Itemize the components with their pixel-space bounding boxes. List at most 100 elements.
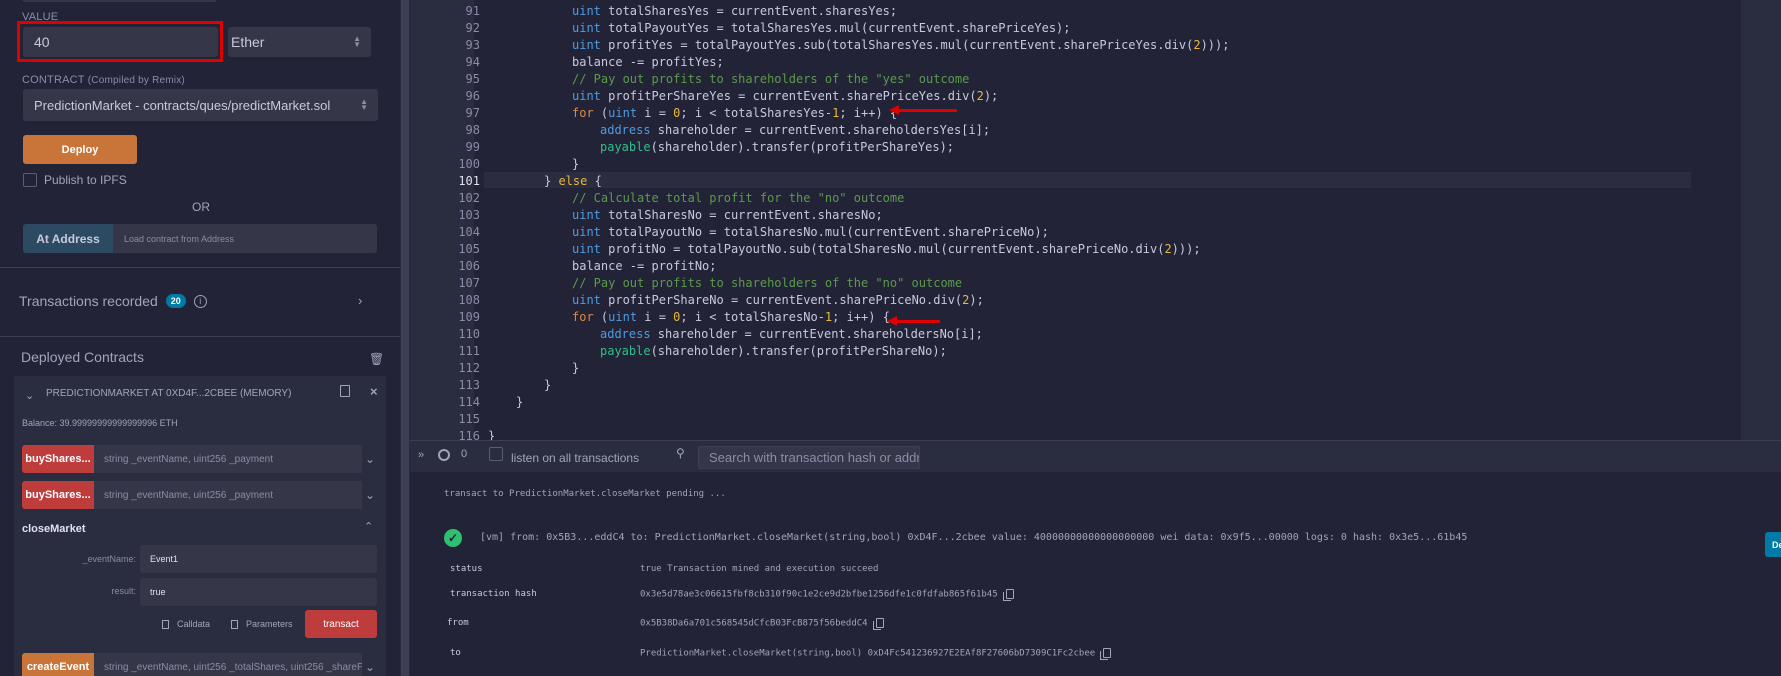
contract-label-text: CONTRACT xyxy=(22,74,85,86)
left-panel-scrollbar[interactable] xyxy=(400,0,410,676)
chevron-down-icon[interactable]: ⌄ xyxy=(362,653,378,676)
code-line[interactable]: } xyxy=(572,157,579,171)
result-label: result: xyxy=(111,586,136,596)
code-line[interactable]: for (uint i = 0; i < totalSharesNo-1; i+… xyxy=(572,310,890,324)
unit-select[interactable]: Ether ▲ ▼ xyxy=(228,27,371,57)
function-row-createevent: createEvent string _eventName, uint256 _… xyxy=(22,653,378,676)
code-line[interactable]: // Calculate total profit for the "no" o… xyxy=(572,191,904,205)
transaction-search-input[interactable]: Search with transaction hash or address xyxy=(698,446,920,469)
contract-select[interactable]: PredictionMarket - contracts/ques/predic… xyxy=(23,89,378,121)
code-line[interactable]: // Pay out profits to shareholders of th… xyxy=(572,72,969,86)
trash-icon[interactable]: 🗑 xyxy=(369,352,384,366)
divider xyxy=(0,267,400,268)
chevron-down-icon[interactable]: ⌄ xyxy=(362,445,378,473)
chevron-down-icon[interactable]: ⌄ xyxy=(362,481,378,509)
close-instance-icon[interactable]: × xyxy=(370,384,378,399)
publish-ipfs-checkbox[interactable] xyxy=(23,173,37,187)
code-line[interactable]: uint profitPerShareYes = currentEvent.sh… xyxy=(572,89,998,103)
result-input[interactable]: true xyxy=(140,578,377,606)
copy-icon[interactable] xyxy=(872,618,884,630)
tx-detail-key: to xyxy=(450,648,461,658)
contract-label: CONTRACT (Compiled by Remix) xyxy=(22,74,185,86)
tx-detail-value: 0x5B38Da6a701c568545dCfcB03FcB875f56bedd… xyxy=(640,618,884,630)
code-line[interactable]: address shareholder = currentEvent.share… xyxy=(600,327,983,341)
info-icon[interactable]: i xyxy=(193,294,207,308)
code-line[interactable]: balance -= profitYes; xyxy=(572,55,724,69)
transactions-count-badge: 20 xyxy=(165,294,186,308)
tx-detail-key: from xyxy=(447,618,469,628)
buyshares-input[interactable]: string _eventName, uint256 _payment xyxy=(94,445,362,473)
line-number: 92 xyxy=(465,21,480,35)
copy-address-icon[interactable] xyxy=(340,385,350,397)
event-name-input[interactable]: Event1 xyxy=(140,545,377,573)
line-number: 105 xyxy=(458,242,480,256)
at-address-button[interactable]: At Address xyxy=(23,224,113,253)
copy-icon[interactable] xyxy=(1002,589,1014,601)
code-line[interactable]: uint totalSharesYes = currentEvent.share… xyxy=(572,4,897,18)
clear-console-icon[interactable] xyxy=(438,449,450,461)
code-line[interactable]: uint totalSharesNo = currentEvent.shares… xyxy=(572,208,883,222)
chevron-right-icon[interactable]: › xyxy=(358,293,362,308)
transactions-recorded-row[interactable]: Transactions recorded 20 i xyxy=(19,293,207,309)
code-line[interactable]: balance -= profitNo; xyxy=(572,259,717,273)
code-line[interactable]: } xyxy=(544,378,551,392)
debug-button[interactable]: Debug xyxy=(1765,532,1781,557)
chevron-down-icon[interactable]: ⌄ xyxy=(25,389,34,402)
buyshares-button[interactable]: buyShares... xyxy=(22,445,94,473)
publish-ipfs-label: Publish to IPFS xyxy=(44,173,127,187)
buyshares-input[interactable]: string _eventName, uint256 _payment xyxy=(94,481,362,509)
code-line[interactable]: } xyxy=(488,429,495,440)
code-line[interactable]: // Pay out profits to shareholders of th… xyxy=(572,276,962,290)
scrollbar-thumb[interactable] xyxy=(401,0,409,676)
at-address-input[interactable]: Load contract from Address xyxy=(113,224,377,253)
line-number: 99 xyxy=(465,140,480,154)
tx-detail-value: 0x3e5d78ae3c06615fbf8cb310f90c1e2ce9d2bf… xyxy=(640,589,1014,601)
unit-select-value: Ether xyxy=(231,34,265,50)
code-line[interactable]: } xyxy=(516,395,523,409)
buyshares-button[interactable]: buyShares... xyxy=(22,481,94,509)
code-line[interactable]: uint profitNo = totalPayoutNo.sub(totalS… xyxy=(572,242,1201,256)
code-line[interactable]: uint totalPayoutYes = totalSharesYes.mul… xyxy=(572,21,1071,35)
createevent-button[interactable]: createEvent xyxy=(22,653,94,676)
instance-title[interactable]: PREDICTIONMARKET AT 0XD4F...2CBEE (MEMOR… xyxy=(46,388,291,399)
listen-all-checkbox[interactable] xyxy=(489,447,503,461)
line-number: 103 xyxy=(458,208,480,222)
code-editor[interactable]: 91 uint totalSharesYes = currentEvent.sha… xyxy=(410,0,1781,440)
code-line[interactable]: } else { xyxy=(544,174,602,188)
line-number: 94 xyxy=(465,55,480,69)
line-number: 111 xyxy=(458,344,480,358)
transactions-recorded-label: Transactions recorded xyxy=(19,293,158,309)
deploy-button[interactable]: Deploy xyxy=(23,135,137,164)
editor-minimap[interactable] xyxy=(1741,0,1781,440)
line-number: 107 xyxy=(458,276,480,290)
line-number: 93 xyxy=(465,38,480,52)
code-line[interactable]: uint profitYes = totalPayoutYes.sub(tota… xyxy=(572,38,1229,52)
search-icon: ⚲ xyxy=(676,446,685,460)
copy-parameters-button[interactable]: Parameters xyxy=(231,619,293,629)
transaction-summary[interactable]: [vm] from: 0x5B3...eddC4 to: PredictionM… xyxy=(480,532,1467,543)
createevent-input[interactable]: string _eventName, uint256 _totalShares,… xyxy=(94,653,362,676)
code-line[interactable]: uint profitPerShareNo = currentEvent.sha… xyxy=(572,293,984,307)
tx-detail-key: status xyxy=(450,564,483,574)
red-arrow-annotation xyxy=(887,316,940,326)
line-number: 112 xyxy=(458,361,480,375)
line-number: 106 xyxy=(458,259,480,273)
line-number: 98 xyxy=(465,123,480,137)
code-line[interactable]: } xyxy=(572,361,579,375)
code-line[interactable]: address shareholder = currentEvent.share… xyxy=(600,123,990,137)
code-line[interactable]: payable(shareholder).transfer(profitPerS… xyxy=(600,140,954,154)
function-row-buyshares: buyShares... string _eventName, uint256 … xyxy=(22,445,378,473)
copy-icon[interactable] xyxy=(1100,648,1112,660)
code-line[interactable]: payable(shareholder).transfer(profitPerS… xyxy=(600,344,947,358)
copy-calldata-button[interactable]: Calldata xyxy=(162,619,210,629)
line-number: 110 xyxy=(458,327,480,341)
active-line-highlight xyxy=(484,172,1691,188)
instance-balance: Balance: 39.99999999999999996 ETH xyxy=(22,418,178,428)
transact-button[interactable]: transact xyxy=(305,610,377,638)
parameters-label: Parameters xyxy=(246,619,293,629)
collapse-terminal-icon[interactable]: » xyxy=(418,449,424,461)
code-line[interactable]: uint totalPayoutNo = totalSharesNo.mul(c… xyxy=(572,225,1049,239)
copy-icon xyxy=(162,619,169,629)
chevron-up-icon[interactable]: ⌃ xyxy=(364,520,373,533)
code-line[interactable]: for (uint i = 0; i < totalSharesYes-1; i… xyxy=(572,106,897,120)
